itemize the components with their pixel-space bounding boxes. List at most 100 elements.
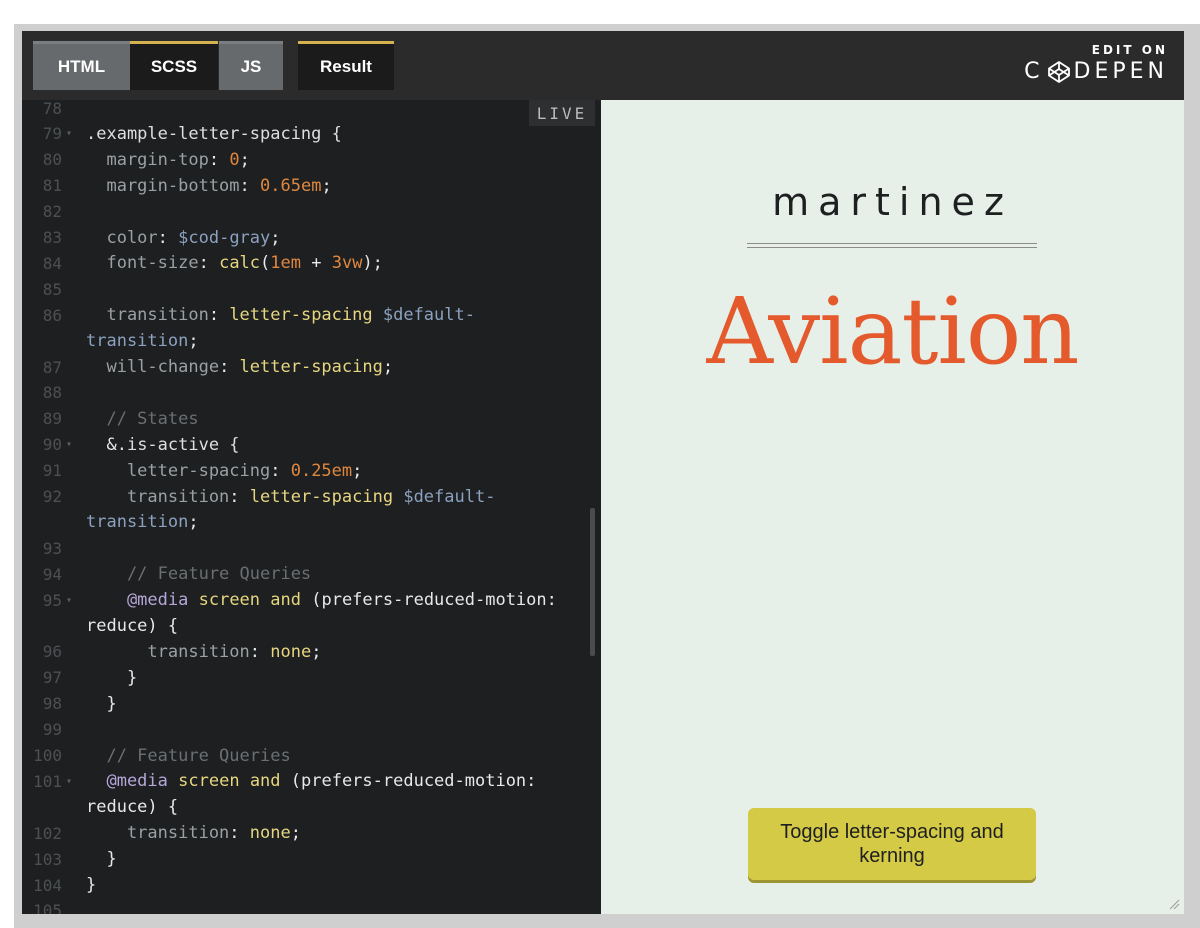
resize-grip-icon[interactable] bbox=[1168, 898, 1180, 910]
code-line[interactable]: 83 color: $cod-gray; bbox=[22, 225, 601, 251]
code-line[interactable]: 89 // States bbox=[22, 406, 601, 432]
code-line[interactable]: 79 ▾ .example-letter-spacing { bbox=[22, 121, 601, 147]
code-token: : bbox=[239, 175, 261, 196]
line-number: 78 bbox=[42, 100, 62, 118]
code-token: & bbox=[86, 434, 117, 455]
result-pane: martinez Aviation Toggle letter-spacing … bbox=[601, 100, 1184, 914]
code-token: ; bbox=[239, 149, 250, 170]
code-line[interactable]: reduce) { bbox=[22, 613, 601, 639]
code-token: : bbox=[208, 149, 230, 170]
code-text: font-size: calc(1em + 3vw); bbox=[86, 253, 382, 274]
line-number: 83 bbox=[42, 228, 62, 247]
code-line[interactable]: 88 bbox=[22, 380, 601, 406]
codepen-cube-icon bbox=[1047, 60, 1070, 83]
line-number: 91 bbox=[42, 461, 62, 481]
line-number: 89 bbox=[42, 409, 62, 429]
code-line[interactable]: 87 will-change: letter-spacing; bbox=[22, 354, 601, 380]
code-line[interactable]: 95 ▾ @media screen and (prefers-reduced-m… bbox=[22, 587, 601, 613]
code-line[interactable]: 91 letter-spacing: 0.25em; bbox=[22, 458, 601, 484]
line-number: 95 bbox=[42, 590, 62, 610]
scss-editor[interactable]: LIVE 78 79 ▾ .example-letter-spacing {80 ma… bbox=[22, 100, 601, 914]
fold-arrow-icon[interactable]: ▾ bbox=[66, 439, 72, 450]
line-number: 79 bbox=[42, 124, 62, 144]
tab-html[interactable]: HTML bbox=[33, 41, 130, 90]
line-number: 98 bbox=[42, 694, 62, 714]
code-text: transition: none; bbox=[86, 642, 321, 662]
code-token: } bbox=[86, 667, 138, 688]
line-number: 86 bbox=[42, 305, 62, 325]
code-text: } bbox=[86, 694, 116, 714]
code-line[interactable]: reduce) { bbox=[22, 794, 601, 820]
code-token: } bbox=[86, 849, 117, 870]
edit-on-label: EDIT ON bbox=[1091, 43, 1168, 57]
fold-arrow-icon[interactable]: ▾ bbox=[66, 128, 72, 139]
code-token: transition bbox=[86, 823, 230, 844]
code-token: ; bbox=[352, 460, 363, 481]
brand-left: C bbox=[1024, 59, 1044, 84]
code-line[interactable]: 98 } bbox=[22, 691, 601, 717]
tab-js[interactable]: JS bbox=[219, 41, 283, 90]
code-line[interactable]: 81 margin-bottom: 0.65em; bbox=[22, 173, 601, 199]
code-text: } bbox=[86, 875, 96, 895]
code-line[interactable]: 85 bbox=[22, 276, 601, 302]
code-line[interactable]: transition; bbox=[22, 509, 601, 535]
line-number: 99 bbox=[42, 720, 62, 740]
code-token: @media bbox=[86, 590, 189, 611]
divider-rule-top bbox=[747, 243, 1037, 244]
code-token: (prefers-reduced-motion: bbox=[301, 590, 557, 611]
fold-arrow-icon[interactable]: ▾ bbox=[66, 776, 72, 787]
tab-scss[interactable]: SCSS bbox=[130, 41, 218, 90]
tab-result[interactable]: Result bbox=[298, 41, 394, 90]
codepen-logo: C DEPEN bbox=[1024, 59, 1168, 84]
code-token: reduce) { bbox=[86, 797, 179, 818]
code-line[interactable]: 90 ▾ &.is-active { bbox=[22, 432, 601, 458]
code-line[interactable]: 92 transition: letter-spacing $default- bbox=[22, 484, 601, 510]
line-number: 81 bbox=[42, 176, 62, 196]
code-line[interactable]: 96 transition: none; bbox=[22, 639, 601, 665]
code-text: reduce) { bbox=[86, 616, 178, 636]
code-line[interactable]: 105 bbox=[22, 898, 601, 914]
code-line[interactable]: 84 font-size: calc(1em + 3vw); bbox=[22, 250, 601, 276]
code-token: none bbox=[249, 823, 291, 844]
line-number: 84 bbox=[42, 253, 62, 273]
code-line[interactable]: 102 transition: none; bbox=[22, 820, 601, 846]
code-token: and bbox=[249, 771, 281, 792]
code-line[interactable]: 93 bbox=[22, 535, 601, 561]
code-token: : bbox=[157, 227, 179, 248]
code-token: ; bbox=[290, 823, 301, 844]
code-token: $cod-gray bbox=[178, 227, 271, 248]
code-line[interactable]: 101 ▾ @media screen and (prefers-reduced-… bbox=[22, 768, 601, 794]
edit-on-codepen-link[interactable]: EDIT ON C DEPEN bbox=[1024, 43, 1168, 84]
code-token: ; bbox=[270, 227, 281, 248]
code-line[interactable]: 78 bbox=[22, 100, 601, 121]
code-line[interactable]: 100 // Feature Queries bbox=[22, 743, 601, 769]
code-token: margin-bottom bbox=[86, 175, 240, 196]
martinez-heading: martinez bbox=[772, 180, 1013, 224]
code-token: // Feature Queries bbox=[86, 564, 312, 585]
code-line[interactable]: 99 bbox=[22, 717, 601, 743]
line-number: 94 bbox=[42, 564, 62, 584]
code-line[interactable]: 94 // Feature Queries bbox=[22, 561, 601, 587]
code-token: reduce) { bbox=[86, 616, 179, 636]
code-line[interactable]: transition; bbox=[22, 328, 601, 354]
code-token: (prefers-reduced-motion: bbox=[280, 771, 537, 792]
code-line[interactable]: 82 bbox=[22, 199, 601, 225]
code-text: transition; bbox=[86, 512, 199, 532]
code-line[interactable]: 86 transition: letter-spacing $default- bbox=[22, 302, 601, 328]
code-line[interactable]: 97 } bbox=[22, 665, 601, 691]
fold-arrow-icon[interactable]: ▾ bbox=[66, 595, 72, 606]
divider-rule-bottom bbox=[747, 247, 1037, 248]
code-token: .example-letter-spacing { bbox=[86, 123, 342, 144]
toggle-letter-spacing-button[interactable]: Toggle letter-spacing and kerning bbox=[748, 808, 1036, 880]
code-token: : bbox=[198, 253, 220, 274]
code-line[interactable]: 103 } bbox=[22, 846, 601, 872]
aviation-heading: Aviation bbox=[706, 278, 1080, 385]
code-line[interactable]: 104} bbox=[22, 872, 601, 898]
code-line[interactable]: 80 margin-top: 0; bbox=[22, 147, 601, 173]
code-token: ; bbox=[188, 512, 199, 533]
code-token: // States bbox=[86, 408, 199, 429]
code-token: 0.25em bbox=[290, 460, 353, 481]
code-token: .is-active { bbox=[116, 434, 240, 455]
